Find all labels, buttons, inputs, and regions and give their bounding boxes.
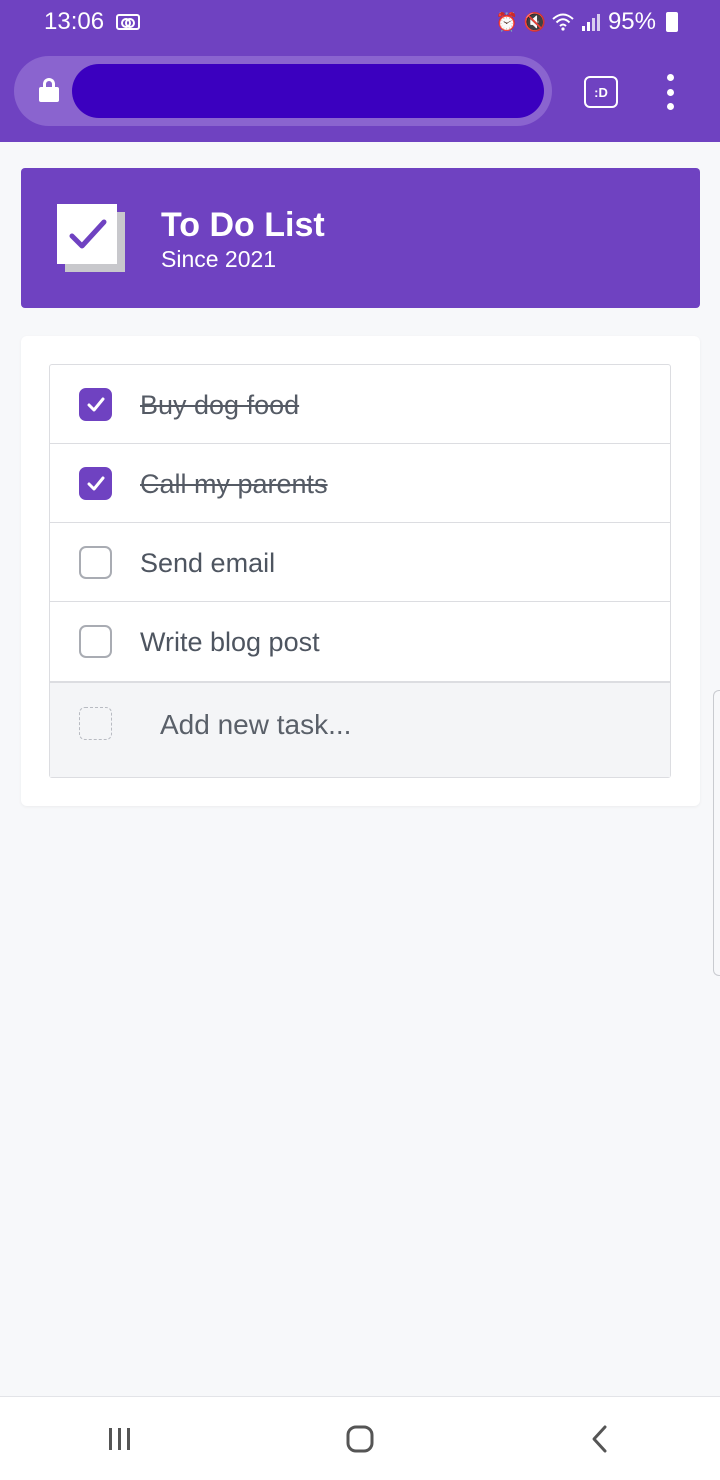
task-label: Call my parents [140,469,328,499]
task-list: Buy dog food Call my parents Send email … [49,364,671,778]
recents-icon[interactable] [90,1409,150,1469]
status-time: 13:06 [44,8,105,35]
status-bar: 13:06 ⏰ 🔇 95% [0,0,720,44]
tab-switcher-button[interactable]: :D [584,76,618,108]
url-redaction[interactable] [72,64,544,118]
task-checkbox-checked[interactable] [79,388,112,421]
task-label: Send email [140,548,276,578]
voicemail-icon [116,14,141,30]
task-checkbox[interactable] [79,625,112,658]
mute-icon: 🔇 [523,11,547,32]
signal-icon [580,11,602,33]
page-content: To Do List Since 2021 Buy dog food Call … [0,142,720,1396]
new-task-checkbox-placeholder [79,707,112,740]
app-subtitle: Since 2021 [161,246,277,272]
task-item[interactable]: Buy dog food [50,365,670,444]
browser-toolbar: :D [0,44,720,142]
task-card: Buy dog food Call my parents Send email … [21,336,700,806]
back-icon[interactable] [570,1409,630,1469]
menu-dots-icon[interactable] [658,74,682,110]
app-header: To Do List Since 2021 [21,168,700,308]
lock-icon[interactable] [39,78,59,102]
task-item[interactable]: Send email [50,523,670,602]
add-task-row [50,681,670,777]
alarm-icon: ⏰ [495,11,519,32]
address-bar[interactable] [14,56,552,126]
battery-icon [666,12,678,32]
task-checkbox-checked[interactable] [79,467,112,500]
app-title: To Do List [161,206,325,244]
task-item[interactable]: Call my parents [50,444,670,523]
checkbox-logo-icon [57,204,127,274]
task-label: Write blog post [140,627,320,657]
system-nav-bar [0,1396,720,1480]
home-icon[interactable] [330,1409,390,1469]
task-checkbox[interactable] [79,546,112,579]
wifi-icon [552,11,574,33]
task-label: Buy dog food [140,390,300,420]
battery-percent: 95% [607,8,656,35]
task-item[interactable]: Write blog post [50,602,670,681]
scroll-edge [713,690,720,976]
new-task-input[interactable] [160,705,640,745]
